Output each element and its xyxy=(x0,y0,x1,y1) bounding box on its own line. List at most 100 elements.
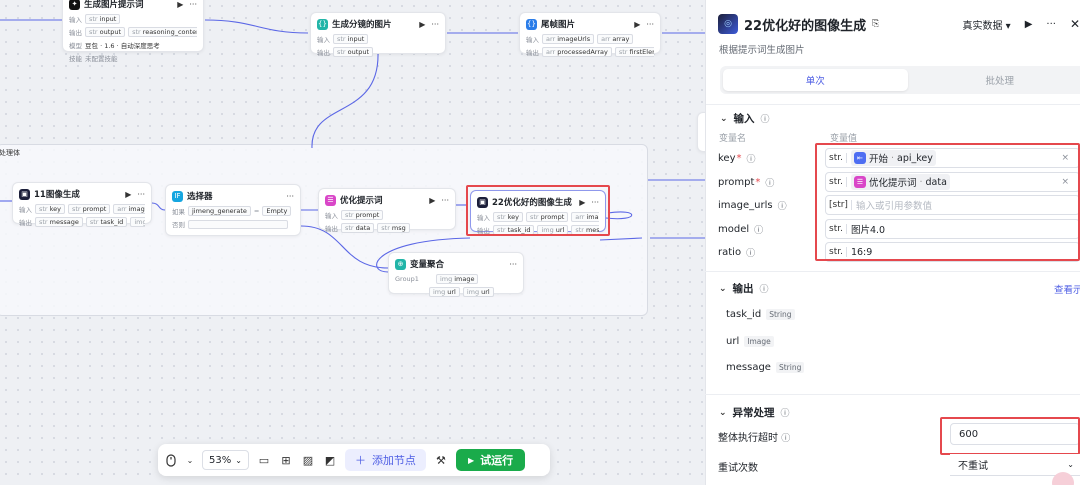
var-chip: str reasoning_content xyxy=(128,27,197,37)
tab-single[interactable]: 单次 xyxy=(723,69,908,91)
more-icon[interactable]: ··· xyxy=(189,0,197,9)
row-label: 输出 xyxy=(317,49,330,57)
output-task-id: task_id String xyxy=(726,309,795,320)
row-label: 输出 xyxy=(477,227,490,235)
info-icon: ⓘ xyxy=(746,155,756,165)
row-label: 如果 xyxy=(172,208,185,216)
connection-edges xyxy=(0,19,705,273)
exception-section-header[interactable]: ⌄ 异常处理 ⓘ xyxy=(719,405,790,420)
ref-var: api_key xyxy=(897,152,933,164)
node-title: 11图像生成 xyxy=(34,190,80,200)
run-node-icon[interactable]: ▶ xyxy=(125,190,131,199)
column-header-value: 变量值 xyxy=(830,134,858,144)
add-node-button[interactable]: ＋ 添加节点 xyxy=(344,449,426,471)
plus-icon: ＋ xyxy=(354,454,366,467)
node-selector[interactable]: IF 选择器 ··· 如果 jimeng_generate = Empty 否则 xyxy=(165,184,301,236)
timeout-input[interactable]: 600 xyxy=(950,423,1080,445)
workflow-canvas[interactable]: 处理体 ✦ 生成图片提示词 ▶ ··· 输入 str input 输出 str … xyxy=(0,0,705,485)
edge-img11-to-selector xyxy=(151,202,166,211)
node-split-images[interactable]: {} 生成分镜的图片 ▶ ··· 输入 str input 输出 str output xyxy=(310,12,446,57)
param-key-label: key * ⓘ xyxy=(718,152,756,165)
param-value: 图片4.0 xyxy=(850,225,886,236)
row-label: 否则 xyxy=(172,221,185,229)
param-ratio-input[interactable]: str. 16:9 xyxy=(825,242,1080,262)
required-mark: * xyxy=(755,177,761,188)
node-variable-merge[interactable]: ⊕ 变量聚合 ··· Group1 img image img url img url xyxy=(388,252,524,297)
prompt-icon: ☰ xyxy=(325,194,336,206)
else-row: 否则 xyxy=(172,219,294,229)
var-chip: str output xyxy=(85,27,126,37)
clear-icon[interactable]: × xyxy=(1061,177,1069,187)
edit-icon[interactable]: ⎘ xyxy=(872,19,879,29)
node-title: 选择器 xyxy=(187,192,213,202)
reference-chip[interactable]: ⇤ 开始 · api_key xyxy=(850,150,936,166)
input-section-header[interactable]: ⌄ 输入 ⓘ xyxy=(720,111,770,126)
type-tag: [str] xyxy=(829,200,852,210)
param-key-input[interactable]: str. ⇤ 开始 · api_key × xyxy=(825,148,1080,168)
play-icon: ▶ xyxy=(467,455,475,465)
more-icon[interactable]: ··· xyxy=(646,20,654,29)
row-label: 技能 xyxy=(69,55,82,63)
node-title: 生成分镜的图片 xyxy=(332,20,392,30)
more-icon[interactable]: ··· xyxy=(509,260,517,269)
output-url: url Image xyxy=(726,336,774,347)
run-node-icon[interactable]: ▶ xyxy=(579,198,585,207)
zoom-select[interactable]: 53% ⌄ xyxy=(202,450,249,470)
close-icon[interactable]: ✕ xyxy=(1070,17,1080,31)
run-icon[interactable]: ▶ xyxy=(1025,19,1033,30)
node-title: 尾帧图片 xyxy=(541,20,576,30)
test-run-button[interactable]: ▶ 试运行 xyxy=(455,449,526,471)
minimap-icon[interactable]: ◩ xyxy=(323,453,337,467)
var-chip: str prompt xyxy=(341,210,384,220)
param-image-urls-input[interactable]: [str] 输入或引用参数值 xyxy=(825,195,1080,215)
node-image-gen-22[interactable]: ▣ 22优化好的图像生成 ▶ ··· 输入 str key str prompt ar… xyxy=(470,190,606,235)
param-name: prompt xyxy=(718,177,755,188)
chevron-down-icon: ⌄ xyxy=(235,455,242,465)
chevron-down-icon[interactable]: ⌄ xyxy=(186,453,194,467)
output-name: url xyxy=(726,336,740,347)
tab-batch[interactable]: 批处理 xyxy=(908,69,1080,91)
mouse-mode-icon[interactable] xyxy=(164,453,178,467)
run-node-icon[interactable]: ▶ xyxy=(419,20,425,29)
comment-icon[interactable]: ▭ xyxy=(257,453,271,467)
run-node-icon[interactable]: ▶ xyxy=(177,0,183,9)
data-mode-select[interactable]: 真实数据 ▾ xyxy=(962,17,1010,32)
node-offscreen[interactable] xyxy=(697,112,705,152)
type-tag: str. xyxy=(829,177,847,187)
layout-grid-icon[interactable]: ⊞ xyxy=(279,453,293,467)
row-label: 输出 xyxy=(325,225,338,233)
run-node-icon[interactable]: ▶ xyxy=(429,196,435,205)
merge-icon: ⊕ xyxy=(395,258,406,270)
group-row-2: img url img url xyxy=(395,287,517,297)
row-label: 输出 xyxy=(526,49,539,57)
code-icon: {} xyxy=(526,18,537,30)
divider xyxy=(706,104,1080,105)
more-icon[interactable]: ··· xyxy=(1046,19,1056,30)
more-icon[interactable]: ··· xyxy=(286,192,294,201)
param-model-input[interactable]: str. 图片4.0 xyxy=(825,219,1080,239)
run-node-icon[interactable]: ▶ xyxy=(634,20,640,29)
output-section-header[interactable]: ⌄ 输出 ⓘ xyxy=(719,281,769,296)
node-optimize-prompt[interactable]: ☰ 优化提示词 ▶ ··· 输入 str prompt 输出 str data str… xyxy=(318,188,456,233)
var-chip: str msg xyxy=(377,223,410,233)
output-type: String xyxy=(775,362,805,373)
info-icon: ⓘ xyxy=(760,115,770,125)
node-image-gen-11[interactable]: ▣ 11图像生成 ▶ ··· 输入 str key str prompt arr ima… xyxy=(12,182,152,227)
node-generate-prompt[interactable]: ✦ 生成图片提示词 ▶ ··· 输入 str input 输出 str output … xyxy=(62,0,204,63)
more-icon[interactable]: ··· xyxy=(137,190,145,199)
reference-chip[interactable]: ☰ 优化提示词 · data xyxy=(850,174,950,190)
more-icon[interactable]: ··· xyxy=(591,198,599,207)
var-chip: imgurl xyxy=(462,287,494,297)
edge-prompt-to-split xyxy=(204,19,309,34)
more-icon[interactable]: ··· xyxy=(441,196,449,205)
image-icon[interactable]: ▨ xyxy=(301,453,315,467)
param-prompt-input[interactable]: str. ☰ 优化提示词 · data × xyxy=(825,172,1080,192)
panel-header: ◎ 22优化好的图像生成 ⎘ 真实数据 ▾ ▶ ··· ✕ xyxy=(718,12,1080,36)
node-tail-image[interactable]: {} 尾帧图片 ▶ ··· 输入 arr imageUrls arr array 输出… xyxy=(519,12,661,57)
more-icon[interactable]: ··· xyxy=(431,20,439,29)
view-example-link[interactable]: 查看示例 xyxy=(1054,282,1080,296)
param-name: key xyxy=(718,153,736,164)
debug-icon[interactable]: ⚒ xyxy=(434,453,448,467)
clear-icon[interactable]: × xyxy=(1061,153,1069,163)
condition-left: jimeng_generate xyxy=(188,206,251,216)
